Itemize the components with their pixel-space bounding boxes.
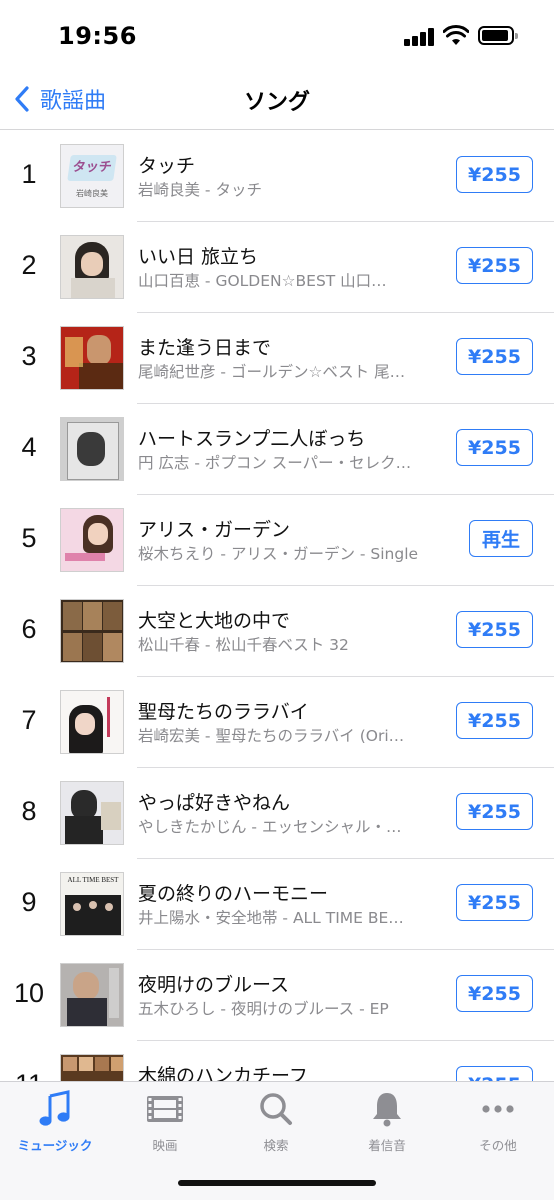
song-row[interactable]: 6 大空と大地の中で 松山千春 - 松山千春ベスト 32 ¥255 [0, 586, 554, 677]
home-indicator [178, 1180, 376, 1186]
song-row[interactable]: 5 アリス・ガーデン 桜木ちえり - アリス・ガーデン - Single 再生 [0, 495, 554, 586]
song-title: アリス・ガーデン [138, 519, 291, 541]
rank-number: 5 [21, 523, 37, 553]
navigation-bar: 歌謡曲 ソング [0, 70, 554, 130]
song-title: 夜明けのブルース [138, 974, 290, 996]
play-button[interactable]: 再生 [469, 520, 533, 557]
film-icon [147, 1096, 183, 1122]
wifi-icon [443, 25, 469, 45]
song-row[interactable]: 10 夜明けのブルース 五木ひろし - 夜明けのブルース - EP ¥255 [0, 950, 554, 1041]
search-icon [260, 1093, 292, 1125]
album-artwork [60, 781, 124, 845]
album-artwork: タッチ 岩崎良美 [60, 144, 124, 208]
price-button[interactable]: ¥255 [456, 975, 533, 1012]
tab-label: 検索 [263, 1138, 289, 1153]
song-subtitle: やしきたかじん - エッセンシャル・… [138, 818, 402, 836]
album-artwork: ALL TIME BEST [60, 872, 124, 936]
album-artwork [60, 599, 124, 663]
battery-icon [478, 26, 518, 45]
tab-ringtones[interactable]: 着信音 [332, 1090, 442, 1153]
song-subtitle: 松山千春 - 松山千春ベスト 32 [138, 636, 349, 654]
song-subtitle: 尾崎紀世彦 - ゴールデン☆ベスト 尾… [138, 363, 406, 381]
song-title: 夏の終りのハーモニー [138, 883, 329, 905]
tab-label: 着信音 [368, 1138, 406, 1153]
album-artwork [60, 326, 124, 390]
song-subtitle: 岩崎良美 - タッチ [138, 181, 262, 199]
music-note-icon [39, 1090, 70, 1126]
price-button[interactable]: ¥255 [456, 338, 533, 375]
song-row[interactable]: 3 また逢う日まで 尾崎紀世彦 - ゴールデン☆ベスト 尾… ¥255 [0, 313, 554, 404]
cellular-signal-icon [404, 28, 436, 46]
price-button[interactable]: ¥255 [456, 793, 533, 830]
song-title: 聖母たちのララバイ [138, 701, 309, 723]
tab-music[interactable]: ミュージック [0, 1090, 110, 1153]
artwork-text: ALL TIME BEST [67, 876, 119, 884]
tab-movies[interactable]: 映画 [110, 1090, 220, 1153]
rank-number: 1 [21, 159, 37, 189]
album-artwork [60, 417, 124, 481]
album-artwork [60, 690, 124, 754]
rank-number: 4 [21, 432, 37, 462]
rank-number: 9 [21, 887, 37, 917]
song-row[interactable]: 2 いい日 旅立ち 山口百恵 - GOLDEN☆BEST 山口… ¥255 [0, 222, 554, 313]
song-row[interactable]: 9 ALL TIME BEST 夏の終りのハーモニー 井上陽水・安全地帯 - A… [0, 859, 554, 950]
song-row[interactable]: 8 やっぱ好きやねん やしきたかじん - エッセンシャル・… ¥255 [0, 768, 554, 859]
song-subtitle: 岩崎宏美 - 聖母たちのララバイ (Ori… [138, 727, 405, 745]
tab-search[interactable]: 検索 [221, 1090, 331, 1153]
song-row[interactable]: 7 聖母たちのララバイ 岩崎宏美 - 聖母たちのララバイ (Ori… ¥255 [0, 677, 554, 768]
rank-number: 10 [13, 978, 45, 1008]
tab-label: ミュージック [17, 1138, 93, 1153]
status-time: 19:56 [58, 22, 137, 50]
tab-label: 映画 [152, 1138, 178, 1153]
song-row[interactable]: 11 木綿のハンカチーフ ¥255 [0, 1041, 554, 1081]
page-title: ソング [243, 90, 310, 115]
bell-icon [373, 1093, 401, 1127]
tab-label: その他 [479, 1138, 517, 1153]
rank-number: 11 [0, 1069, 58, 1081]
song-subtitle: 円 広志 - ポプコン スーパー・セレク… [138, 454, 412, 472]
price-button[interactable]: ¥255 [456, 611, 533, 648]
song-title: また逢う日まで [138, 337, 272, 359]
song-list: 1 タッチ 岩崎良美 タッチ 岩崎良美 - タッチ ¥255 2 いい日 旅立ち… [0, 131, 554, 1081]
more-icon [482, 1105, 514, 1113]
artwork-logo: タッチ [67, 155, 117, 181]
song-title: タッチ [138, 155, 196, 177]
album-artwork [60, 1054, 124, 1081]
song-title: 木綿のハンカチーフ [138, 1065, 308, 1081]
tab-more[interactable]: その他 [443, 1090, 553, 1153]
status-bar: 19:56 [0, 0, 554, 70]
price-button[interactable]: ¥255 [456, 156, 533, 193]
rank-number: 6 [21, 614, 37, 644]
song-row[interactable]: 4 ハートスランプ二人ぼっち 円 広志 - ポプコン スーパー・セレク… ¥25… [0, 404, 554, 495]
song-title: いい日 旅立ち [138, 246, 259, 268]
album-artwork [60, 508, 124, 572]
song-title: やっぱ好きやねん [138, 792, 291, 814]
price-button[interactable]: ¥255 [456, 884, 533, 921]
price-button[interactable]: ¥255 [456, 1066, 533, 1081]
rank-number: 2 [21, 250, 37, 280]
song-title: 大空と大地の中で [138, 610, 291, 632]
song-subtitle: 井上陽水・安全地帯 - ALL TIME BE… [138, 909, 404, 927]
price-button[interactable]: ¥255 [456, 247, 533, 284]
song-subtitle: 山口百恵 - GOLDEN☆BEST 山口… [138, 272, 387, 290]
song-title: ハートスランプ二人ぼっち [138, 428, 366, 450]
rank-number: 7 [21, 705, 37, 735]
rank-number: 3 [21, 341, 37, 371]
price-button[interactable]: ¥255 [456, 429, 533, 466]
song-row[interactable]: 1 タッチ 岩崎良美 タッチ 岩崎良美 - タッチ ¥255 [0, 131, 554, 222]
song-subtitle: 五木ひろし - 夜明けのブルース - EP [138, 1000, 389, 1018]
album-artwork [60, 235, 124, 299]
price-button[interactable]: ¥255 [456, 702, 533, 739]
rank-number: 8 [21, 796, 37, 826]
artwork-caption: 岩崎良美 [76, 189, 108, 198]
album-artwork [60, 963, 124, 1027]
song-subtitle: 桜木ちえり - アリス・ガーデン - Single [138, 545, 419, 563]
